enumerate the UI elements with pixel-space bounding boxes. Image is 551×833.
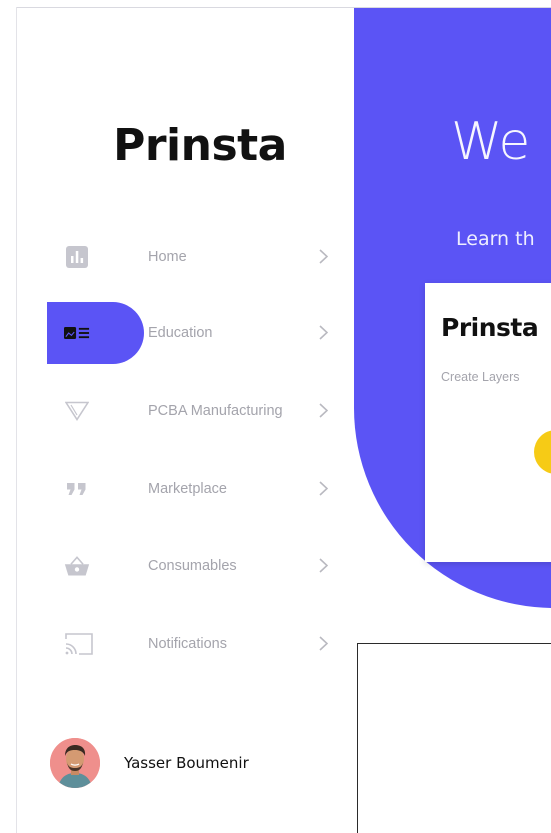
- chevron-right-icon: [315, 400, 331, 420]
- welcome-subtitle: Learn th: [456, 228, 535, 250]
- card-title: Prinsta: [441, 313, 539, 342]
- sidebar-item-consumables[interactable]: Consumables: [47, 535, 347, 597]
- sidebar: Prinsta Home Education PCBA Manufacturin…: [17, 8, 354, 833]
- quote-icon: [64, 477, 90, 501]
- chevron-right-icon: [315, 555, 331, 575]
- cast-icon: [64, 632, 94, 656]
- sidebar-item-label: Education: [148, 325, 213, 341]
- sidebar-item-label: PCBA Manufacturing: [148, 403, 283, 419]
- card-subtitle: Create Layers: [441, 370, 520, 384]
- brand-logo: Prinsta: [113, 120, 287, 171]
- sidebar-item-marketplace[interactable]: Marketplace: [47, 458, 347, 520]
- sidebar-item-label: Marketplace: [148, 481, 227, 497]
- education-card-icon: [64, 321, 90, 345]
- bar-chart-icon: [64, 245, 90, 269]
- sidebar-item-label: Consumables: [148, 558, 237, 574]
- card-action-button[interactable]: [534, 430, 551, 474]
- chevron-right-icon: [315, 633, 331, 653]
- app-window: Prinsta Home Education PCBA Manufacturin…: [0, 0, 551, 833]
- sidebar-item-home[interactable]: Home: [47, 226, 347, 288]
- chevron-right-icon: [315, 246, 331, 266]
- chevron-right-icon: [315, 322, 331, 342]
- user-profile[interactable]: Yasser Boumenir: [50, 738, 330, 790]
- user-name: Yasser Boumenir: [124, 754, 249, 772]
- avatar[interactable]: [50, 738, 100, 788]
- basket-icon: [64, 554, 90, 578]
- sidebar-item-pcba-manufacturing[interactable]: PCBA Manufacturing: [47, 380, 347, 442]
- welcome-heading: We: [451, 112, 530, 172]
- course-card[interactable]: Prinsta Create Layers: [425, 283, 551, 562]
- triangle-down-icon: [64, 399, 90, 423]
- content-panel: [357, 643, 551, 833]
- sidebar-item-notifications[interactable]: Notifications: [47, 613, 347, 675]
- sidebar-item-label: Notifications: [148, 636, 227, 652]
- active-indicator: [47, 302, 144, 364]
- chevron-right-icon: [315, 478, 331, 498]
- sidebar-item-education[interactable]: Education: [47, 302, 347, 364]
- sidebar-item-label: Home: [148, 249, 187, 265]
